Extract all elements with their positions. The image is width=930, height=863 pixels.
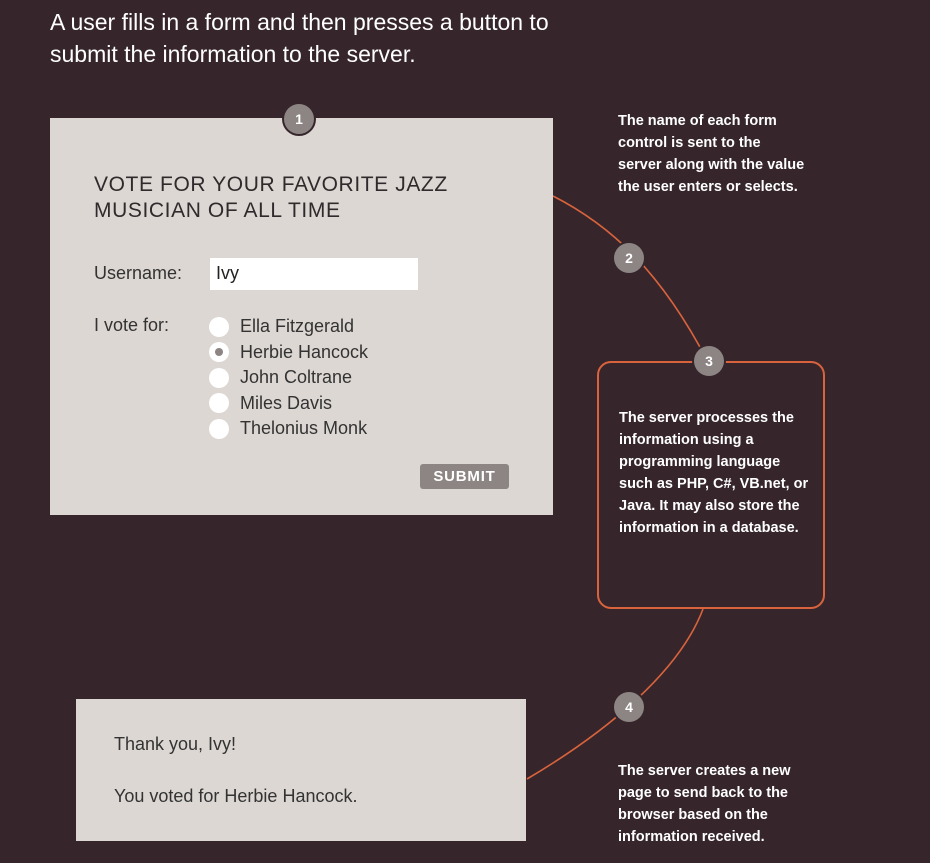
radio-button[interactable]: [209, 393, 229, 414]
radio-option[interactable]: Miles Davis: [209, 391, 368, 417]
form-heading: VOTE FOR YOUR FAVORITE JAZZ MUSICIAN OF …: [94, 173, 448, 222]
radio-option[interactable]: Thelonius Monk: [209, 416, 368, 442]
result-page-panel: Thank you, Ivy! You voted for Herbie Han…: [76, 699, 526, 841]
connector-line-server-to-result: [526, 608, 704, 780]
radio-option-label: Miles Davis: [240, 392, 333, 413]
step-badge-4: 4: [614, 692, 644, 722]
radio-option-label: John Coltrane: [240, 367, 353, 388]
connector-line-form-to-server: [552, 195, 709, 363]
vote-label: I vote for:: [94, 315, 170, 335]
step-badge-2: 2: [614, 243, 644, 273]
thank-you-text: Thank you, Ivy!: [114, 734, 237, 754]
step-badge-3: 3: [694, 346, 724, 376]
radio-option-label: Thelonius Monk: [240, 418, 368, 439]
radio-button[interactable]: [209, 316, 229, 337]
vote-options: Ella Fitzgerald Herbie Hancock John Colt…: [209, 314, 368, 442]
radio-button[interactable]: [209, 418, 229, 439]
radio-option[interactable]: John Coltrane: [209, 365, 368, 391]
submit-button[interactable]: SUBMIT: [420, 464, 509, 489]
radio-button[interactable]: [209, 367, 229, 388]
annotation-step-3: The server processes the information usi…: [619, 410, 809, 536]
annotation-step-4: The server creates a new page to send ba…: [618, 763, 791, 845]
step-badge-1: 1: [284, 104, 314, 134]
voted-for-text: You voted for Herbie Hancock.: [114, 786, 358, 806]
annotation-step-2: The name of each form control is sent to…: [618, 113, 805, 195]
username-label: Username:: [94, 263, 183, 283]
vote-form-panel: VOTE FOR YOUR FAVORITE JAZZ MUSICIAN OF …: [50, 118, 553, 515]
radio-option-label: Herbie Hancock: [240, 341, 369, 362]
username-input[interactable]: Ivy: [210, 258, 418, 290]
radio-option-label: Ella Fitzgerald: [240, 316, 355, 337]
radio-button-selected[interactable]: [209, 342, 229, 363]
radio-option[interactable]: Ella Fitzgerald: [209, 314, 368, 340]
radio-option[interactable]: Herbie Hancock: [209, 340, 368, 366]
